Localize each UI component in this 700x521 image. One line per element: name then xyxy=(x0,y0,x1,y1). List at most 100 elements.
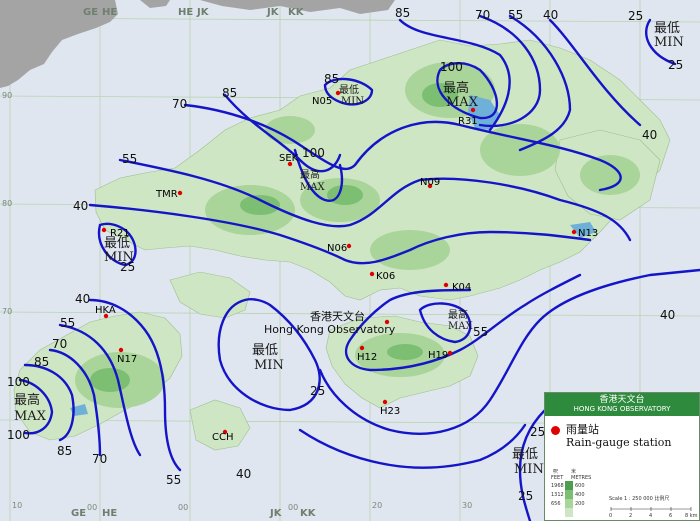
svg-text:GE: GE xyxy=(83,7,98,18)
isohyet-label: 25 xyxy=(518,489,533,503)
isohyet-label: 70 xyxy=(475,8,490,22)
isohyet-label: 100 xyxy=(7,428,30,442)
svg-text:00: 00 xyxy=(288,503,298,512)
legend-feet-label: FEET xyxy=(551,475,564,481)
station-label: H12 xyxy=(357,352,377,363)
legend-station-key: 雨量站 Rain-gauge station xyxy=(551,423,699,449)
svg-text:00: 00 xyxy=(87,503,97,512)
legend-feet-value: 656 xyxy=(551,501,561,507)
legend-title-en: HONG KONG OBSERVATORY xyxy=(573,405,671,413)
isohyet-label: 40 xyxy=(73,199,88,213)
isohyet-label: 85 xyxy=(57,444,72,458)
isohyet-label: 40 xyxy=(75,292,90,306)
isohyet-label: 25 xyxy=(310,384,325,398)
extreme-en: MIN xyxy=(654,35,684,50)
legend-scale-tick: 8 km xyxy=(685,513,698,519)
extreme-en: MIN xyxy=(104,250,134,265)
svg-text:JK: JK xyxy=(266,7,280,18)
svg-text:20: 20 xyxy=(372,501,382,510)
extreme-zh: 最低 xyxy=(339,83,359,96)
svg-text:30: 30 xyxy=(462,501,472,510)
legend-scale-text: Scale 1 : 250 000 比例尺 xyxy=(609,495,669,502)
legend-scale-tick: 6 xyxy=(669,513,672,519)
isohyet-label: 40 xyxy=(660,308,675,322)
extreme-zh: 最高 xyxy=(443,80,469,96)
legend-metres-value: 600 xyxy=(575,483,585,489)
legend-title-zh: 香港天文台 xyxy=(599,395,645,405)
isohyet-label: 85 xyxy=(324,72,339,86)
station-label: SEK xyxy=(279,153,299,164)
extreme-en: MAX xyxy=(14,409,47,424)
legend-feet-value: 1312 xyxy=(551,492,564,498)
isohyet-label: 55 xyxy=(508,8,523,22)
extreme-en: MAX xyxy=(448,321,473,332)
legend-scale-tick: 2 xyxy=(629,513,632,519)
isohyet-label: 85 xyxy=(222,86,237,100)
extreme-zh: 最低 xyxy=(654,21,680,36)
svg-text:HE: HE xyxy=(178,7,193,18)
svg-text:GE: GE xyxy=(71,508,86,519)
svg-text:KK: KK xyxy=(300,508,317,519)
extreme-zh: 最高 xyxy=(448,308,468,321)
legend-metres-value: 200 xyxy=(575,501,585,507)
extreme-en: MIN xyxy=(341,96,364,107)
legend-feet-value: 1968 xyxy=(551,483,564,489)
map-legend: 香港天文台 HONG KONG OBSERVATORY 雨量站 Rain-gau… xyxy=(544,392,700,521)
svg-text:70: 70 xyxy=(2,307,12,316)
extreme-zh: 最高 xyxy=(300,168,320,181)
isohyet-label: 55 xyxy=(60,316,75,330)
extreme-en: MIN xyxy=(254,358,284,373)
station-label: HKA xyxy=(95,305,116,316)
observatory-label-en: Hong Kong Observatory xyxy=(264,323,396,336)
isohyet-label: 40 xyxy=(543,8,558,22)
station-label: H19 xyxy=(428,350,448,361)
svg-text:JK: JK xyxy=(269,508,283,519)
isohyet-label: 25 xyxy=(668,58,683,72)
isohyet-label: 55 xyxy=(473,325,488,339)
isohyet-label: 85 xyxy=(395,6,410,20)
extreme-en: MIN xyxy=(514,462,544,477)
station-label: H23 xyxy=(380,406,400,417)
svg-text:HE: HE xyxy=(102,508,117,519)
extreme-zh: 最低 xyxy=(512,447,538,462)
station-label: R31 xyxy=(458,116,478,127)
station-label: N17 xyxy=(117,354,137,365)
station-label: TMR xyxy=(155,189,178,200)
isohyet-label: 25 xyxy=(628,9,643,23)
isohyet-label: 25 xyxy=(530,425,545,439)
extreme-en: MAX xyxy=(446,95,479,110)
isohyet-label: 55 xyxy=(122,152,137,166)
observatory-label-zh: 香港天文台 xyxy=(310,309,365,323)
extreme-zh: 最高 xyxy=(14,392,40,408)
isohyet-label: 40 xyxy=(642,128,657,142)
extreme-zh: 最低 xyxy=(252,343,278,358)
legend-metres-zh: 米 xyxy=(571,468,576,475)
svg-text:JK: JK xyxy=(196,7,210,18)
svg-text:KK: KK xyxy=(288,7,305,18)
isohyet-label: 100 xyxy=(302,146,325,160)
legend-scale-tick: 0 xyxy=(609,513,612,519)
svg-text:90: 90 xyxy=(2,91,12,100)
legend-station-zh: 雨量站 xyxy=(566,423,599,436)
extreme-en: MAX xyxy=(300,182,325,193)
isohyet-label: 40 xyxy=(236,467,251,481)
isohyet-label: 55 xyxy=(166,473,181,487)
isohyet-label: 70 xyxy=(92,452,107,466)
svg-text:HE: HE xyxy=(102,7,117,18)
station-label: N13 xyxy=(578,228,598,239)
svg-text:00: 00 xyxy=(178,503,188,512)
station-label: K04 xyxy=(452,282,471,293)
svg-text:80: 80 xyxy=(2,199,12,208)
isohyet-label: 70 xyxy=(172,97,187,111)
station-label: CCH xyxy=(212,432,233,443)
rainfall-map: 85 70 55 40 25 25 40 100 70 85 85 100 55… xyxy=(0,0,700,521)
legend-station-en: Rain-gauge station xyxy=(566,436,672,449)
isohyet-label: 100 xyxy=(7,375,30,389)
isohyet-label: 70 xyxy=(52,337,67,351)
station-label: K06 xyxy=(376,271,395,282)
legend-metres-label: METRES xyxy=(571,475,591,481)
station-label: N09 xyxy=(420,177,440,188)
legend-header: 香港天文台 HONG KONG OBSERVATORY xyxy=(545,393,699,416)
station-label: N06 xyxy=(327,243,347,254)
station-marker-icon xyxy=(551,425,560,435)
